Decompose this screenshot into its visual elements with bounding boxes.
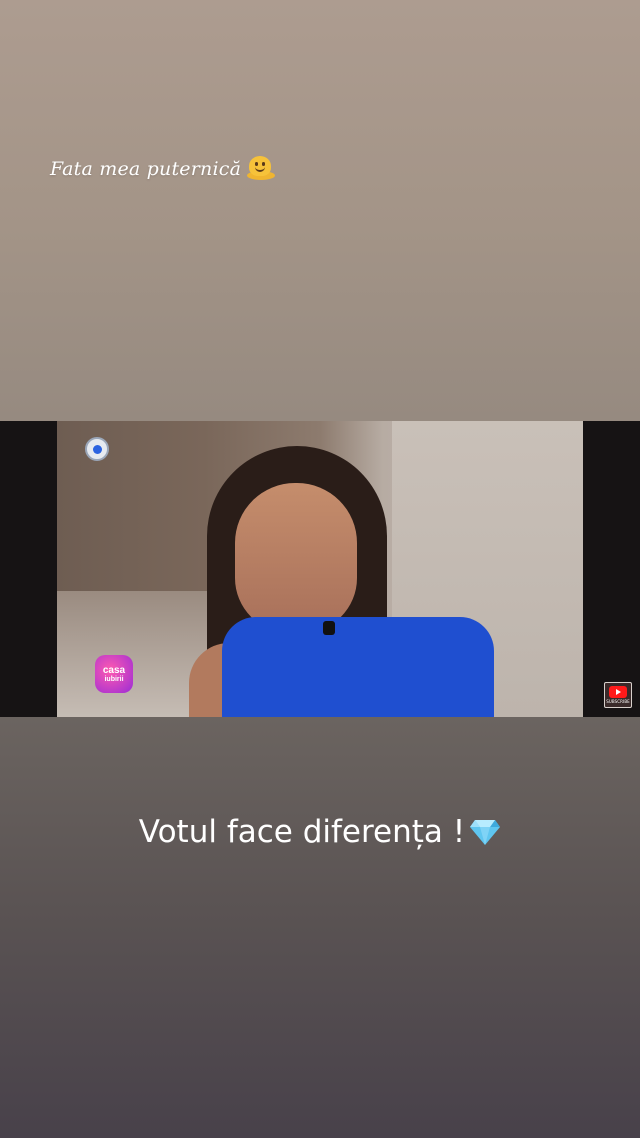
youtube-subscribe-badge: SUBSCRIBE — [604, 682, 632, 708]
top-caption-text: Fata mea puternică — [50, 158, 242, 180]
main-caption: Votul face diferența ! — [0, 814, 640, 850]
video-screenshot: casa iubirii — [0, 421, 640, 717]
main-caption-text: Votul face diferența ! — [138, 814, 466, 850]
lapel-mic — [323, 621, 335, 635]
blue-top — [222, 617, 494, 717]
youtube-play-icon — [609, 686, 627, 698]
top-caption: Fata mea puternică — [50, 156, 276, 182]
woman-face — [235, 483, 357, 633]
melting-face-icon — [247, 156, 276, 182]
gem-stone-icon — [470, 820, 501, 845]
video-content: casa iubirii — [57, 421, 583, 717]
casa-iubirii-logo: casa iubirii — [95, 655, 133, 693]
kanal-d-logo — [85, 437, 109, 461]
